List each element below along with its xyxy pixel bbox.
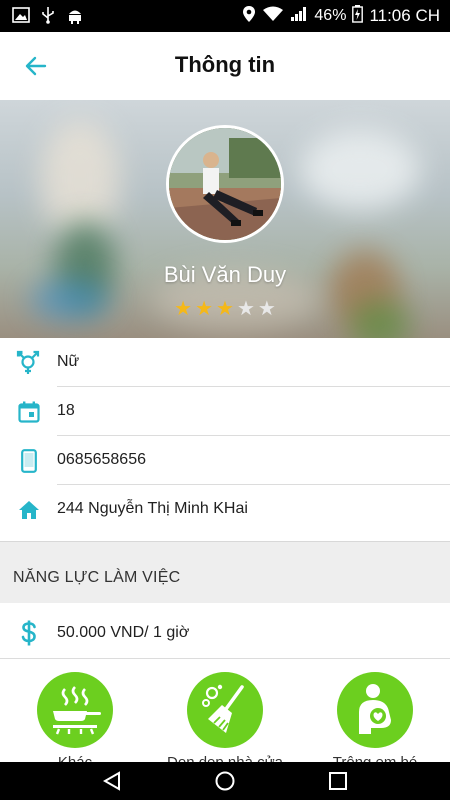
- skill-babysitting[interactable]: Trông em bé: [300, 672, 450, 762]
- phone-row: 0685658656: [0, 436, 450, 485]
- work-ability-section-header: NĂNG LỰC LÀM VIỆC: [0, 541, 450, 603]
- clock: 11:06 CH: [369, 6, 440, 25]
- phone-value: 0685658656: [57, 451, 146, 468]
- star-filled-icon: ★: [174, 298, 193, 320]
- nav-home-button[interactable]: [213, 769, 237, 793]
- android-icon: [66, 6, 84, 29]
- image-notification-icon: [12, 6, 30, 29]
- nav-recents-button[interactable]: [326, 769, 350, 793]
- square-recents-icon: [329, 772, 347, 790]
- rate-row: 50.000 VND/ 1 giờ: [0, 603, 450, 659]
- rate-value: 50.000 VND/ 1 giờ: [57, 624, 190, 641]
- star-filled-icon: ★: [216, 298, 234, 320]
- battery-percent: 46%: [314, 7, 347, 24]
- wifi-icon: [262, 6, 284, 27]
- star-empty-icon: ★: [257, 298, 276, 320]
- app-bar: Thông tin: [0, 32, 450, 100]
- status-bar: 46% 11:06 CH: [0, 0, 450, 32]
- page-title: Thông tin: [174, 52, 276, 77]
- skill-label: Trông em bé: [333, 754, 418, 762]
- calendar-icon: [16, 399, 42, 425]
- location-icon: [242, 5, 256, 28]
- dollar-icon: [16, 620, 42, 646]
- skills-row: Khác Dọn dẹp nhà cửa Trông em bé: [0, 660, 450, 762]
- circle-home-icon: [215, 771, 235, 791]
- baby-care-icon: [337, 672, 413, 748]
- avatar: [166, 125, 284, 243]
- cooking-icon: [37, 672, 113, 748]
- notification-icons: [12, 6, 84, 29]
- address-row: 244 Nguyễn Thị Minh KHai: [0, 485, 450, 534]
- profile-name: Bùi Văn Duy: [163, 262, 287, 287]
- divider: [0, 658, 450, 659]
- gender-value: Nữ: [57, 353, 80, 370]
- skill-house-cleaning[interactable]: Dọn dẹp nhà cửa: [150, 672, 300, 762]
- skill-label: Dọn dẹp nhà cửa: [167, 754, 283, 762]
- skill-other[interactable]: Khác: [0, 672, 150, 762]
- system-status: 46% 11:06 CH: [242, 0, 440, 32]
- star-empty-icon: ★: [236, 298, 255, 320]
- battery-charging-icon: [352, 4, 364, 28]
- profile-header: Bùi Văn Duy ★ ★ ★ ★ ★: [0, 100, 450, 338]
- signal-icon: [290, 6, 308, 27]
- gender-row: Nữ: [0, 338, 450, 387]
- home-icon: [16, 497, 42, 523]
- system-navigation-bar: [0, 762, 450, 800]
- skill-label: Khác: [58, 754, 92, 762]
- age-row: 18: [0, 387, 450, 436]
- info-list: Nữ 18 0685658656 244 Nguyễn Thị Minh KHa…: [0, 338, 450, 534]
- gender-icon: [16, 350, 42, 376]
- nav-back-button[interactable]: [100, 769, 124, 793]
- triangle-back-icon: [102, 771, 120, 791]
- age-value: 18: [57, 402, 75, 419]
- address-value: 244 Nguyễn Thị Minh KHai: [57, 500, 248, 517]
- usb-icon: [40, 6, 56, 29]
- star-filled-icon: ★: [195, 298, 214, 320]
- phone-icon: [16, 448, 42, 474]
- section-title: NĂNG LỰC LÀM VIỆC: [13, 569, 181, 586]
- broom-icon: [187, 672, 263, 748]
- rating-stars: ★ ★ ★ ★ ★: [0, 299, 450, 319]
- avatar-photo: [169, 128, 281, 240]
